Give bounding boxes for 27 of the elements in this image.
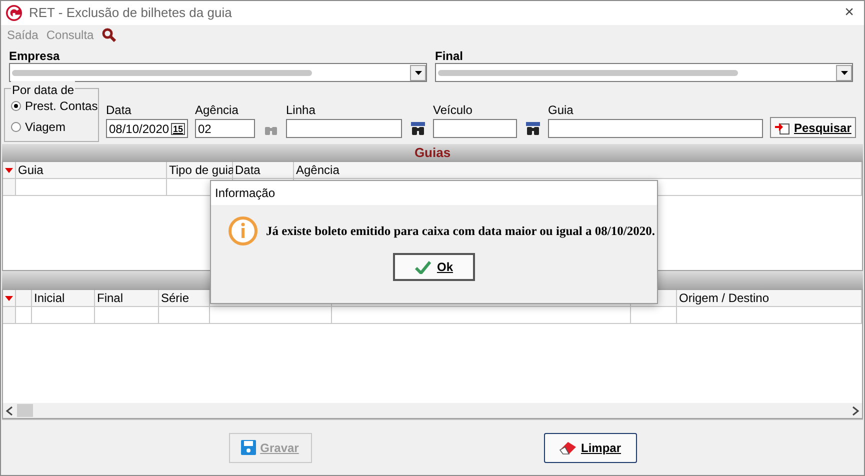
calendar-button[interactable]: 15 <box>170 122 185 134</box>
dialog-title: Informação <box>215 185 276 202</box>
clear-button[interactable]: Limpar <box>544 432 636 462</box>
field-label: Empresa <box>9 49 61 63</box>
column-header[interactable]: Data <box>233 162 294 178</box>
text-field[interactable]: 02 <box>195 119 255 138</box>
search-button[interactable]: Pesquisar <box>770 117 856 138</box>
date-field[interactable]: 08/10/2020 15 <box>106 119 188 138</box>
close-button[interactable]: × <box>838 1 860 25</box>
radio-option[interactable]: Viagem <box>11 118 98 136</box>
radio-option[interactable]: Prest. Contas <box>11 97 98 115</box>
field-label: Agência <box>195 103 240 117</box>
column-header[interactable]: Inicial <box>32 290 95 306</box>
field-label: Guia <box>548 103 574 117</box>
field-label: Veículo <box>433 103 474 117</box>
column-header[interactable]: Origem / Destino <box>677 290 862 306</box>
ok-button[interactable]: Ok <box>393 253 475 281</box>
section-title: Guias <box>414 144 451 162</box>
window-title: RET - Exclusão de bilhetes da guia <box>29 4 233 22</box>
dialog-message: Já existe boleto emitido para caixa com data maior ou igual a 08/10/2020. <box>266 222 655 240</box>
column-header[interactable]: Série <box>159 290 210 306</box>
field-label: Data <box>106 103 132 117</box>
field-label: Final <box>435 49 464 63</box>
field-label: Linha <box>286 103 316 117</box>
column-header[interactable]: Guia <box>16 162 167 178</box>
column-header[interactable]: Agência <box>294 162 862 178</box>
column-header[interactable]: Final <box>95 290 159 306</box>
